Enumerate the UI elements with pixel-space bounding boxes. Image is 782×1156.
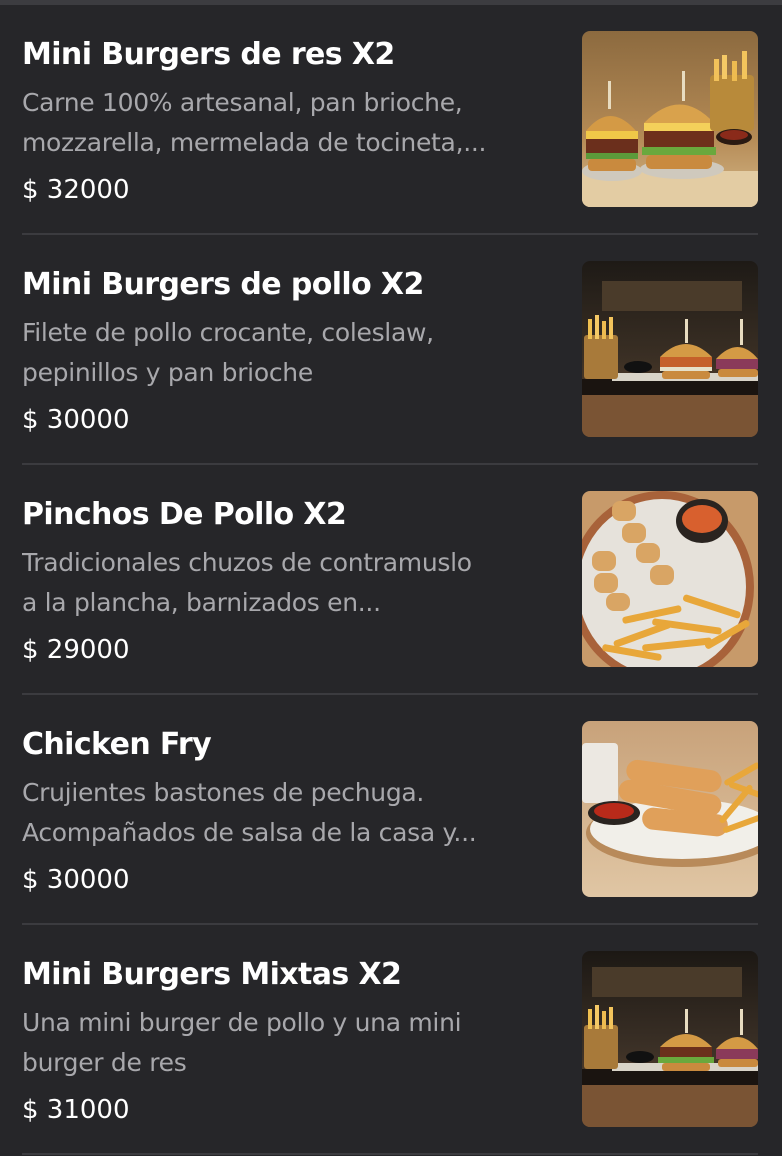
item-price: $ 30000: [22, 405, 130, 435]
item-title: Pinchos De Pollo X2: [22, 497, 347, 532]
item-price: $ 32000: [22, 175, 130, 205]
item-price: $ 30000: [22, 865, 130, 895]
mixed-mini-burgers-photo[interactable]: [582, 951, 758, 1127]
item-description: Crujientes bastones de pechuga. Acompaña…: [22, 778, 477, 847]
item-title: Mini Burgers de res X2: [22, 37, 395, 72]
divider: [22, 1153, 758, 1155]
item-title: Mini Burgers Mixtas X2: [22, 957, 402, 992]
item-price: $ 29000: [22, 635, 130, 665]
item-description: Filete de pollo crocante, coleslaw, pepi…: [22, 318, 434, 387]
mini-beef-burgers-photo[interactable]: [582, 31, 758, 207]
item-description: Carne 100% artesanal, pan brioche, mozza…: [22, 88, 487, 157]
menu-item-mini-burgers-mixtas[interactable]: Mini Burgers Mixtas X2 Una mini burger d…: [0, 925, 782, 1155]
item-description: Tradicionales chuzos de contramuslo a la…: [22, 548, 472, 617]
menu-item-mini-burgers-res[interactable]: Mini Burgers de res X2 Carne 100% artesa…: [0, 5, 782, 235]
item-description: Una mini burger de pollo y una mini burg…: [22, 1008, 462, 1077]
menu-item-pinchos-de-pollo[interactable]: Pinchos De Pollo X2 Tradicionales chuzos…: [0, 465, 782, 695]
chicken-fingers-photo[interactable]: [582, 721, 758, 897]
chicken-skewers-photo[interactable]: [582, 491, 758, 667]
mini-chicken-burgers-photo[interactable]: [582, 261, 758, 437]
menu-item-chicken-fry[interactable]: Chicken Fry Crujientes bastones de pechu…: [0, 695, 782, 925]
item-title: Mini Burgers de pollo X2: [22, 267, 424, 302]
menu-item-mini-burgers-pollo[interactable]: Mini Burgers de pollo X2 Filete de pollo…: [0, 235, 782, 465]
menu-list: Mini Burgers de res X2 Carne 100% artesa…: [0, 5, 782, 1155]
item-title: Chicken Fry: [22, 727, 212, 762]
item-price: $ 31000: [22, 1095, 130, 1125]
